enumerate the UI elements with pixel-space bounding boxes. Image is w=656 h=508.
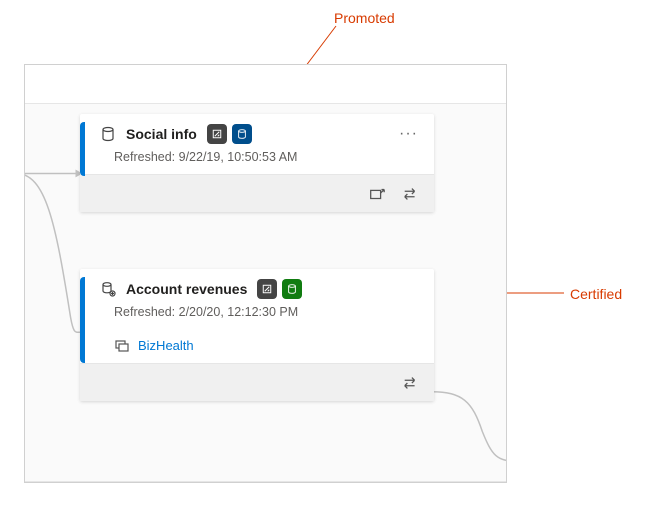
dataset-card-social-info[interactable]: Social info ··· Refreshed: 9/22/19, 10:5… (80, 114, 434, 212)
annotation-certified-label: Certified (570, 286, 622, 302)
workspace-icon (114, 337, 130, 353)
sensitivity-badge-icon (207, 124, 227, 144)
card-title: Social info (126, 126, 197, 142)
refreshed-label: Refreshed: 9/22/19, 10:50:53 AM (80, 148, 434, 174)
refreshed-label: Refreshed: 2/20/20, 12:12:30 PM (80, 303, 434, 329)
dataset-icon (100, 126, 116, 142)
lineage-canvas[interactable]: Social info ··· Refreshed: 9/22/19, 10:5… (25, 103, 506, 482)
card-accent-bar (80, 122, 85, 176)
lineage-panel: Social info ··· Refreshed: 9/22/19, 10:5… (24, 64, 507, 483)
sensitivity-badge-icon (257, 279, 277, 299)
workspace-link-label: BizHealth (138, 338, 194, 353)
expand-lineage-icon[interactable] (402, 185, 420, 203)
card-footer (80, 363, 434, 401)
expand-lineage-icon[interactable] (402, 374, 420, 392)
more-options-button[interactable]: ··· (395, 126, 422, 142)
card-footer (80, 174, 434, 212)
card-accent-bar (80, 277, 85, 363)
promoted-badge-icon (232, 124, 252, 144)
dataflow-icon (100, 281, 116, 297)
annotation-promoted-label: Promoted (334, 10, 395, 26)
dataset-card-account-revenues[interactable]: Account revenues Refreshed: 2/20/20, 12:… (80, 269, 434, 401)
card-title: Account revenues (126, 281, 247, 297)
share-icon[interactable] (368, 185, 386, 203)
workspace-link[interactable]: BizHealth (80, 329, 434, 363)
certified-badge-icon (282, 279, 302, 299)
